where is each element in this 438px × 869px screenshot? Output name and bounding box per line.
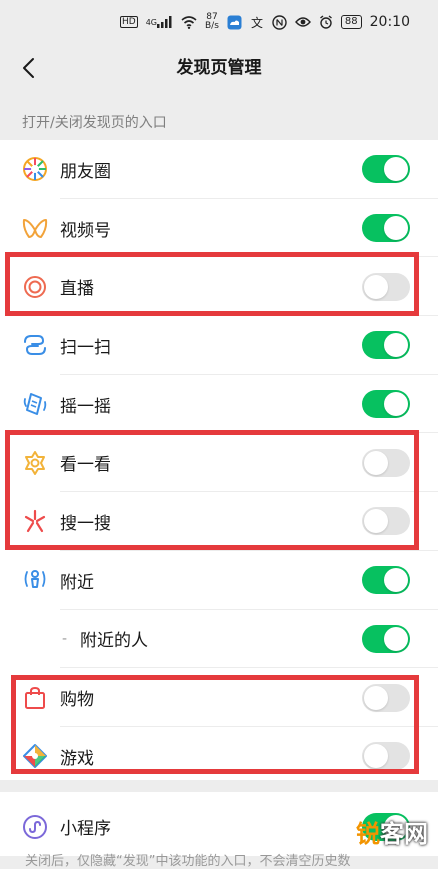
discover-entries-list: 朋友圈 视频号 直播 扫一扫 摇一摇 看一看 搜一搜 附近 - 附近的人 购物 … [0,140,438,857]
battery-indicator: 88 [340,15,362,29]
toggle-knob [364,274,388,299]
sub-item-dash: - [62,630,68,647]
toggle-knob [384,392,408,417]
wifi-icon [181,15,197,29]
list-item-games: 游戏 [0,726,438,792]
toggle-knob [384,626,408,651]
toggle-knob [384,333,408,358]
live-icon [21,273,49,301]
page-title: 发现页管理 [176,58,262,78]
live-toggle[interactable] [362,272,410,301]
item-label: 小程序 [60,819,111,840]
list-item-channels: 视频号 [0,198,438,258]
games-toggle[interactable] [362,742,410,771]
list-item-moments: 朋友圈 [0,140,438,199]
hd-badge: HD [120,16,138,28]
nearby-toggle[interactable] [362,566,410,595]
watermark-logo: 锐客网 [356,820,428,848]
eye-comfort-icon [294,16,311,28]
list-item-nearby: 附近 [0,550,438,610]
item-label: 视频号 [60,220,111,241]
top-stories-toggle[interactable] [362,448,410,477]
shake-toggle[interactable] [362,390,410,419]
section-label: 打开/关闭发现页的入口 [22,115,167,131]
chevron-left-icon [23,58,34,78]
moments-icon [21,155,49,183]
alarm-icon [319,15,333,29]
svg-text:文: 文 [251,15,263,29]
search-icon [21,507,49,535]
network-speed: 87 B/s [205,12,219,31]
search-toggle[interactable] [362,507,410,536]
item-label: 扫一扫 [60,337,111,358]
list-item-shake: 摇一摇 [0,374,438,434]
scan-icon [21,331,49,359]
item-label: 购物 [60,690,94,711]
list-item-scan: 扫一扫 [0,316,438,375]
channels-icon [21,214,49,242]
item-label: 附近 [60,572,94,593]
list-item-top-stories: 看一看 [0,433,438,493]
channels-toggle[interactable] [362,214,410,243]
games-icon [21,742,49,770]
toggle-knob [384,568,408,593]
navigation-bar: 发现页管理 [0,44,438,92]
weather-notification-icon [227,15,242,30]
item-label: 搜一搜 [60,513,111,534]
list-item-shopping: 购物 [0,668,438,727]
scan-toggle[interactable] [362,331,410,360]
back-button[interactable] [12,52,44,84]
item-label: 游戏 [60,748,94,769]
people-nearby-toggle[interactable] [362,624,410,653]
shake-icon [21,390,49,418]
translate-notification-icon: 文 [250,15,264,29]
item-label: 摇一摇 [60,396,111,417]
cellular-signal-icon: 4G [146,16,173,28]
footer-note: 关闭后，仅隐藏“发现”中该功能的入口，不会清空历史数 [25,854,351,869]
toggle-knob [364,450,388,475]
toggle-knob [384,157,408,182]
toggle-knob [364,685,388,710]
moments-toggle[interactable] [362,155,410,184]
nearby-icon [21,566,49,594]
list-item-search: 搜一搜 [0,492,438,551]
list-item-people-nearby: - 附近的人 [0,609,438,669]
shopping-bag-icon [21,684,49,712]
item-label: 朋友圈 [60,161,111,182]
clock: 20:10 [369,14,410,30]
divider [0,779,438,792]
nfc-icon [272,14,287,30]
top-stories-icon [21,449,49,477]
toggle-knob [384,216,408,241]
toggle-knob [364,744,388,769]
shopping-toggle[interactable] [362,683,410,712]
list-item-live: 直播 [0,257,438,317]
mini-programs-icon [21,813,49,841]
item-label: 附近的人 [80,631,148,652]
item-label: 直播 [60,279,94,300]
status-bar: HD 4G 87 B/s 文 88 20:10 [0,0,438,44]
item-label: 看一看 [60,455,111,476]
toggle-knob [364,509,388,534]
